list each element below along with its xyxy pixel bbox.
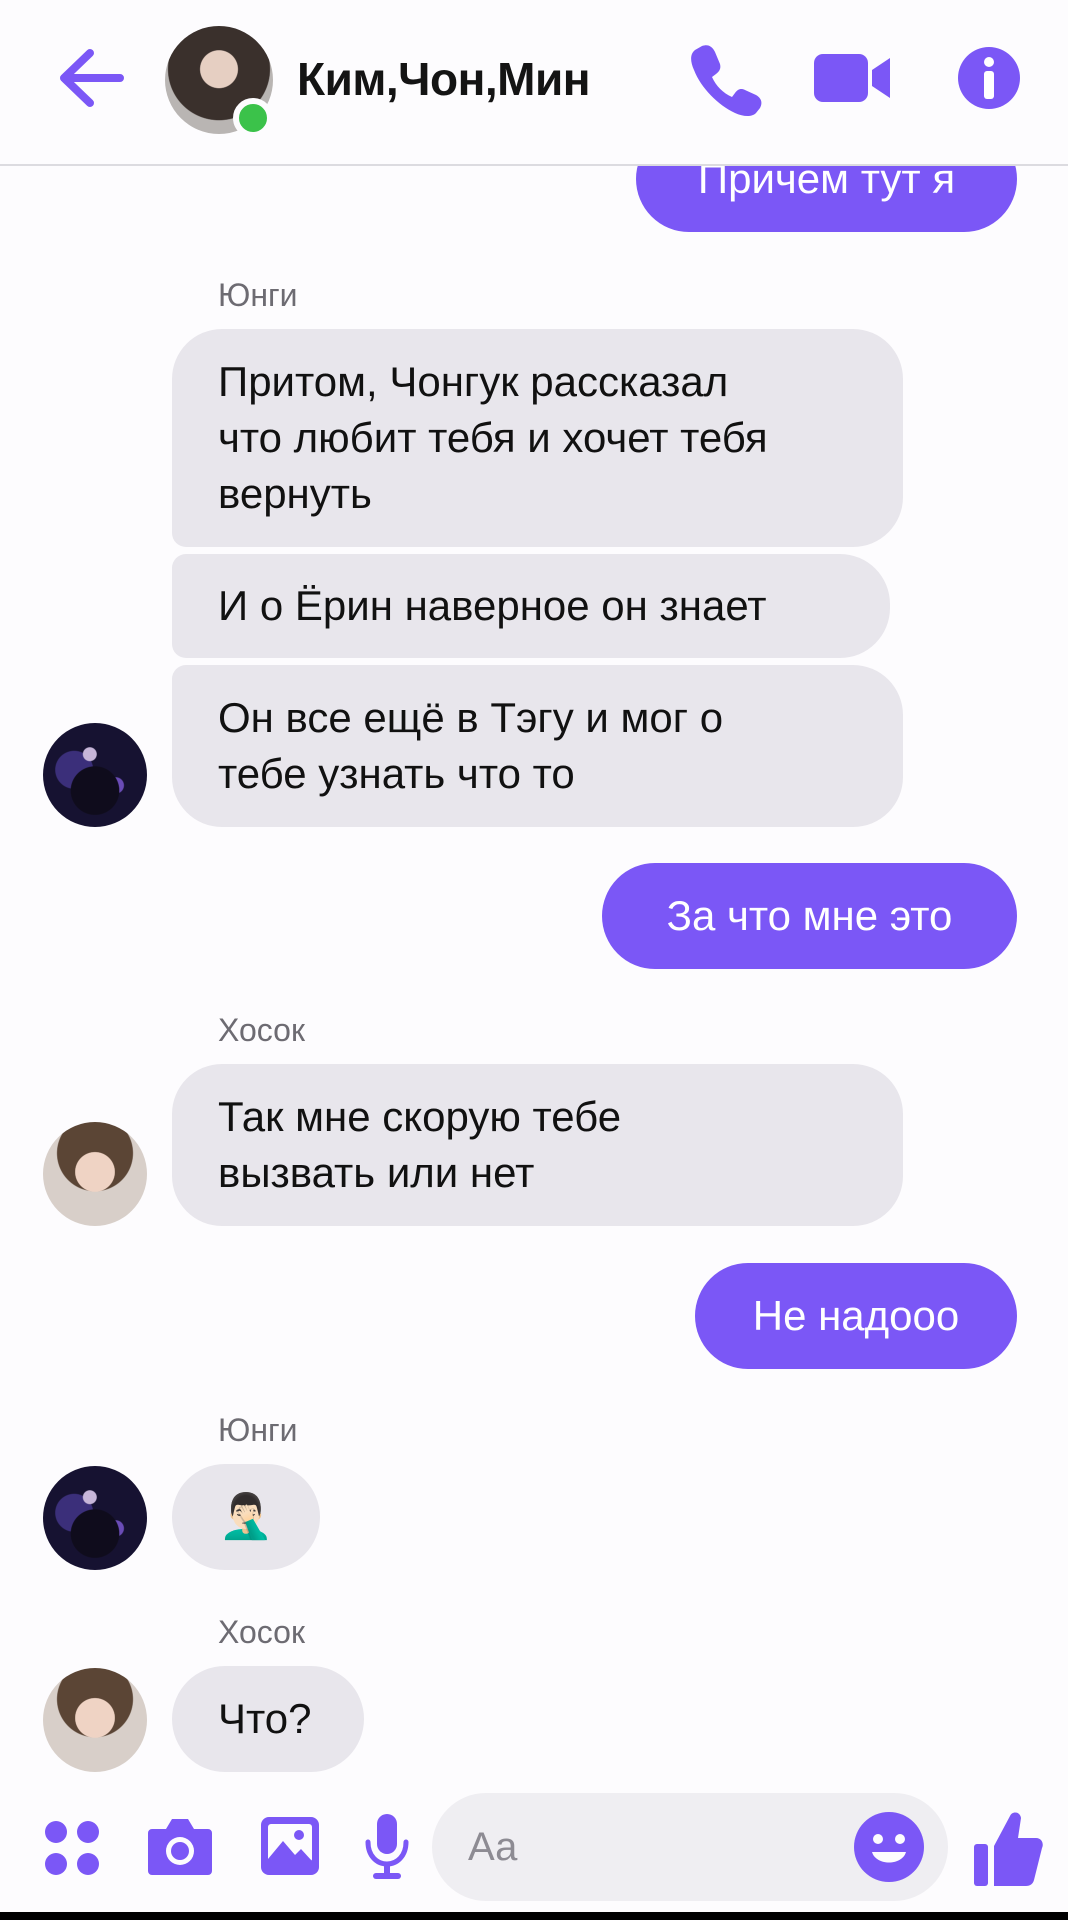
thumbs-up-icon[interactable] (972, 1808, 1044, 1888)
chat-header: Ким,Чон,Мин (0, 0, 1068, 166)
sender-avatar[interactable] (43, 1122, 147, 1226)
message-line: что любит тебя и хочет тебя (218, 414, 768, 461)
outgoing-message[interactable]: За что мне это (602, 863, 1017, 969)
camera-icon[interactable] (146, 1815, 214, 1877)
smiley-icon[interactable] (852, 1810, 926, 1884)
incoming-message[interactable]: Притом, Чонгук рассказал что любит тебя … (172, 329, 903, 547)
online-status-indicator (233, 98, 273, 138)
sender-avatar[interactable] (43, 1668, 147, 1772)
incoming-message[interactable]: Что? (172, 1666, 364, 1772)
sender-name: Юнги (218, 1412, 298, 1448)
message-line: вызвать или нет (218, 1149, 535, 1196)
system-navigation-bar (0, 1912, 1068, 1920)
message-text: И о Ёрин наверное он знает (218, 582, 767, 629)
message-text: Не надооо (752, 1292, 960, 1339)
apps-grid-icon[interactable] (44, 1820, 100, 1876)
incoming-emoji-message[interactable]: 🤦🏻‍♂️ (172, 1464, 320, 1570)
message-text: За что мне это (666, 892, 953, 939)
facepalm-emoji: 🤦🏻‍♂️ (218, 1492, 274, 1541)
microphone-icon[interactable] (363, 1812, 411, 1882)
phone-icon[interactable] (688, 40, 764, 116)
back-arrow-icon[interactable] (56, 45, 126, 111)
message-line: Притом, Чонгук рассказал (218, 358, 729, 405)
info-icon[interactable] (955, 40, 1023, 116)
sender-name: Хосок (218, 1614, 305, 1650)
incoming-message[interactable]: И о Ёрин наверное он знает (172, 554, 890, 658)
sender-avatar[interactable] (43, 723, 147, 827)
incoming-message[interactable]: Так мне скорую тебе вызвать или нет (172, 1064, 903, 1226)
video-camera-icon[interactable] (812, 40, 892, 116)
message-line: вернуть (218, 470, 372, 517)
image-icon[interactable] (259, 1815, 321, 1877)
message-line: тебе узнать что то (218, 750, 575, 797)
message-line: Он все ещё в Тэгу и мог о (218, 694, 724, 741)
outgoing-message[interactable]: Не надооо (695, 1263, 1017, 1369)
chat-title[interactable]: Ким,Чон,Мин (297, 52, 591, 106)
incoming-message[interactable]: Он все ещё в Тэгу и мог о тебе узнать чт… (172, 665, 903, 827)
sender-name: Хосок (218, 1012, 305, 1048)
message-line: Так мне скорую тебе (218, 1093, 622, 1140)
sender-avatar[interactable] (43, 1466, 147, 1570)
message-text: Что? (218, 1695, 312, 1742)
sender-name: Юнги (218, 277, 298, 313)
